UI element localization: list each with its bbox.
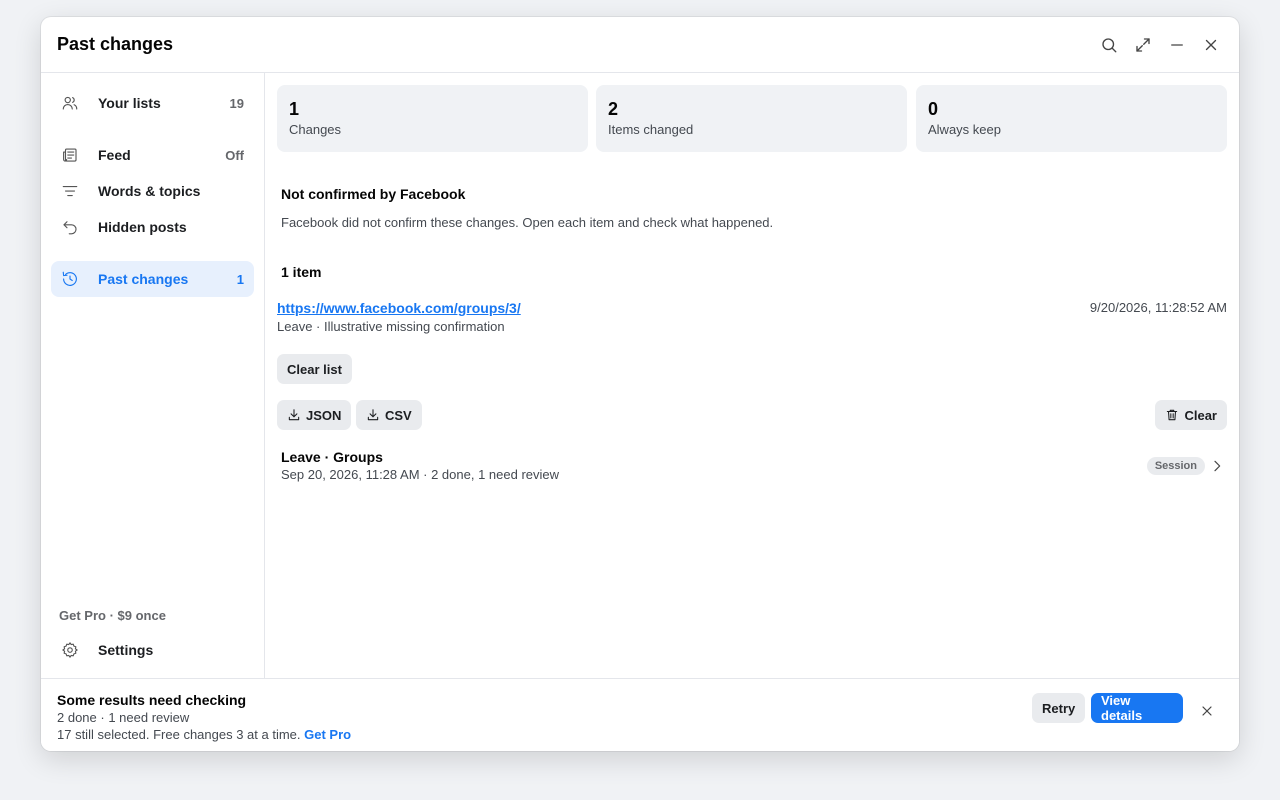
undo-icon — [61, 218, 79, 236]
minimize-icon — [1171, 44, 1183, 46]
section-description: Facebook did not confirm these changes. … — [281, 215, 774, 230]
button-label: CSV — [385, 407, 412, 423]
button-label: Clear — [1184, 407, 1217, 423]
banner-note-line: 17 still selected. Free changes 3 at a t… — [57, 727, 351, 742]
sidebar-item-label: Past changes — [98, 271, 189, 287]
stat-label: Items changed — [608, 122, 694, 137]
item-count: 1 item — [281, 264, 322, 280]
stat-card-always-keep: 0 Always keep — [916, 85, 1227, 152]
users-icon — [61, 94, 79, 112]
title-bar: Past changes — [41, 17, 1239, 73]
button-label: View details — [1101, 693, 1143, 723]
newspaper-icon — [61, 146, 79, 164]
expand-button[interactable] — [1131, 33, 1155, 57]
get-pro-promo[interactable]: Get Pro · $9 once — [59, 608, 166, 623]
section-title: Not confirmed by Facebook — [281, 186, 466, 202]
stat-value: 0 — [928, 99, 939, 119]
sidebar-item-label: Feed — [98, 147, 131, 163]
dismiss-banner-button[interactable] — [1195, 699, 1219, 723]
sidebar-item-label: Your lists — [98, 95, 161, 111]
banner-summary: 2 done · 1 need review — [57, 710, 190, 725]
filter-icon — [61, 182, 79, 200]
expand-icon — [1136, 38, 1150, 52]
button-label: Clear list — [287, 361, 342, 377]
session-title: Leave · Groups — [281, 449, 383, 465]
stat-value: 1 — [289, 99, 300, 119]
sidebar-item-label: Words & topics — [98, 183, 201, 199]
sidebar-item-count: 19 — [229, 95, 244, 111]
stat-label: Always keep — [928, 122, 1001, 137]
retry-button[interactable]: Retry — [1032, 693, 1086, 723]
item-url-link[interactable]: https://www.facebook.com/groups/3/ — [277, 300, 521, 316]
export-csv-button[interactable]: CSV — [356, 400, 422, 430]
download-icon — [288, 409, 300, 421]
session-subtitle: Sep 20, 2026, 11:28 AM · 2 done, 1 need … — [281, 467, 560, 482]
window-title: Past changes — [57, 34, 174, 54]
session-badge: Session — [1146, 457, 1205, 475]
sidebar-item-count: 1 — [236, 271, 244, 287]
banner-title: Some results need checking — [57, 692, 247, 708]
close-icon — [1205, 39, 1217, 51]
button-label: JSON — [306, 407, 342, 423]
stat-label: Changes — [289, 122, 342, 137]
clear-button[interactable]: Clear — [1155, 400, 1227, 430]
sidebar-item-feed[interactable]: Feed Off — [51, 137, 254, 173]
session-row[interactable]: Leave · Groups Sep 20, 2026, 11:28 AM · … — [281, 441, 1227, 485]
past-changes-window: Past changes Your lists 19 Feed Off Word… — [41, 17, 1239, 751]
close-button[interactable] — [1199, 33, 1223, 57]
sidebar-item-label: Settings — [98, 642, 154, 658]
stat-value: 2 — [608, 99, 619, 119]
search-icon — [1102, 38, 1117, 53]
close-icon — [1202, 706, 1212, 716]
sidebar-item-label: Hidden posts — [98, 219, 187, 235]
minimize-button[interactable] — [1165, 33, 1189, 57]
button-label: Retry — [1042, 700, 1076, 716]
sidebar-item-count: Off — [225, 147, 244, 163]
download-icon — [367, 409, 379, 421]
export-json-button[interactable]: JSON — [277, 400, 352, 430]
sidebar-item-your-lists[interactable]: Your lists 19 — [51, 85, 254, 121]
banner-note: 17 still selected. Free changes 3 at a t… — [57, 727, 301, 742]
gear-icon — [61, 641, 79, 659]
status-banner: Some results need checking 2 done · 1 ne… — [41, 678, 1239, 751]
get-pro-link[interactable]: Get Pro — [304, 727, 351, 742]
stat-card-items-changed: 2 Items changed — [596, 85, 907, 152]
sidebar-item-words-topics[interactable]: Words & topics — [51, 173, 254, 209]
clear-list-button[interactable]: Clear list — [277, 354, 352, 384]
sidebar-item-hidden-posts[interactable]: Hidden posts — [51, 209, 254, 245]
sidebar-item-settings[interactable]: Settings — [51, 632, 254, 668]
item-timestamp: 9/20/2026, 11:28:52 AM — [1089, 300, 1227, 315]
stat-card-changes: 1 Changes — [277, 85, 588, 152]
search-button[interactable] — [1097, 33, 1121, 57]
sidebar: Your lists 19 Feed Off Words & topics Hi… — [41, 73, 265, 678]
main-content: 1 Changes 2 Items changed 0 Always keep … — [265, 73, 1239, 678]
sidebar-item-past-changes[interactable]: Past changes 1 — [51, 261, 254, 297]
view-details-button[interactable]: View details — [1091, 693, 1183, 723]
item-subtitle: Leave · Illustrative missing confirmatio… — [277, 319, 505, 334]
trash-icon — [1167, 409, 1178, 421]
history-icon — [61, 270, 79, 288]
chevron-right-icon — [1209, 458, 1225, 474]
